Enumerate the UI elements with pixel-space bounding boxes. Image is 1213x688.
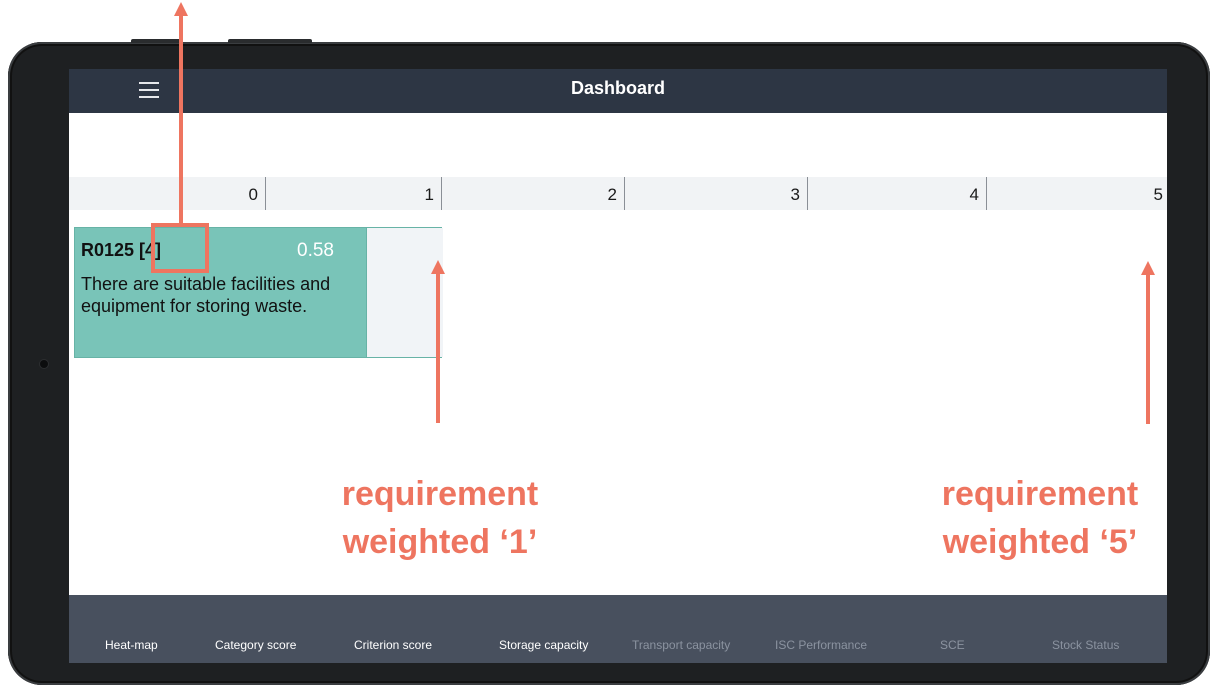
arrow-up-icon	[431, 260, 445, 274]
weight-slot	[366, 228, 443, 357]
requirement-description: There are suitable facilities and equipm…	[81, 274, 331, 316]
weight-highlight-box	[151, 223, 209, 273]
app-screen: Dashboard 0 1 2 3 4 5 R0125 [4] 0.58 The…	[69, 69, 1167, 663]
scale-tick-0: 0	[248, 185, 258, 204]
tab-category-score[interactable]: Category score	[215, 638, 296, 652]
page-title: Dashboard	[570, 78, 666, 98]
tab-sce: SCE	[940, 638, 965, 652]
camera-icon	[40, 360, 48, 368]
tab-transport-capacity: Transport capacity	[632, 638, 731, 652]
volume-button	[131, 39, 183, 43]
scale-tick-3: 3	[790, 185, 800, 204]
tab-criterion-score[interactable]: Criterion score	[354, 638, 432, 652]
annotation-arrow-weight-5	[1146, 274, 1150, 424]
requirement-score: 0.58	[297, 240, 334, 261]
annotation-arrow-weight-1	[436, 273, 440, 423]
annotation-label-weight-5: requirement weighted ‘5’	[941, 475, 1139, 561]
annotation-label-weight-1: requirement weighted ‘1’	[341, 475, 539, 561]
tab-stock-status: Stock Status	[1052, 638, 1120, 652]
tab-heat-map[interactable]: Heat-map	[105, 638, 158, 652]
top-bar: Dashboard	[69, 69, 1167, 113]
weight-scale-header: 0 1 2 3 4 5	[69, 177, 1167, 210]
requirement-code: R0125 [4]	[81, 240, 162, 260]
power-button	[228, 39, 312, 43]
scale-tick-1: 1	[424, 185, 434, 204]
scale-tick-2: 2	[607, 185, 617, 204]
requirement-card[interactable]: R0125 [4] 0.58 There are suitable facili…	[74, 227, 443, 358]
scale-tick-4: 4	[969, 185, 979, 204]
bottom-tab-bar: Heat-map Category score Criterion score …	[69, 595, 1167, 663]
arrow-up-icon	[174, 2, 188, 16]
annotation-arrow-up-top	[179, 15, 183, 225]
tab-isc-performance: ISC Performance	[775, 638, 868, 652]
scale-tick-5: 5	[1153, 185, 1163, 204]
arrow-up-icon	[1141, 261, 1155, 275]
tab-storage-capacity[interactable]: Storage capacity	[499, 638, 588, 652]
